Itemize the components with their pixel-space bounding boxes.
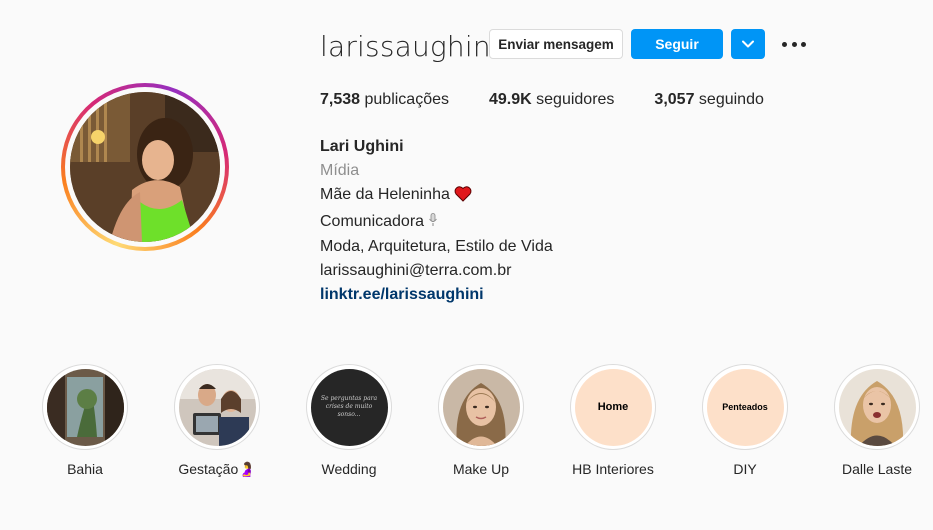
posts-count: 7,538 — [320, 91, 361, 108]
more-dot-icon — [782, 41, 787, 47]
highlight-ring — [834, 364, 920, 450]
profile-username: larissaughini — [320, 30, 499, 63]
bio-external-link[interactable]: linktr.ee/larissaughini — [320, 286, 484, 303]
highlight-cover: Penteados — [706, 368, 784, 446]
highlight-cover: Se perguntas para crises de muito sonso.… — [310, 368, 388, 446]
microphone-icon — [428, 211, 438, 235]
highlight-ring: Se perguntas para crises de muito sonso.… — [306, 364, 392, 450]
suggested-accounts-button[interactable] — [731, 29, 765, 59]
highlight-label: Make Up — [452, 461, 510, 477]
highlight-cover — [442, 368, 520, 446]
follow-button[interactable]: Seguir — [631, 29, 723, 59]
highlight-label: Wedding — [321, 461, 377, 477]
highlight-label: HB Interiores — [572, 461, 654, 477]
more-options-button[interactable] — [782, 36, 806, 52]
highlight-make-up[interactable]: Make Up — [426, 364, 536, 477]
highlight-ring — [438, 364, 524, 450]
profile-avatar-ring[interactable] — [61, 83, 229, 251]
profile-category: Mídia — [320, 162, 360, 179]
highlight-gestacao[interactable]: Gestação🤰 — [162, 364, 272, 478]
bio-line-text: Mãe da Heleninha — [320, 186, 450, 203]
highlight-cover — [838, 368, 916, 446]
posts-stat: 7,538 publicações — [320, 91, 449, 109]
send-message-button[interactable]: Enviar mensagem — [489, 29, 623, 59]
highlight-wedding[interactable]: Se perguntas para crises de muito sonso.… — [294, 364, 404, 477]
bio-line-text: Comunicadora — [320, 213, 425, 230]
chevron-down-icon — [742, 40, 754, 48]
followers-label: seguidores — [531, 91, 615, 108]
highlight-cover — [178, 368, 256, 446]
highlight-cover-text: Home — [597, 401, 629, 413]
highlight-cover-text: Penteados — [722, 402, 768, 412]
more-dot-icon — [801, 41, 806, 47]
highlight-cover-text: Se perguntas para crises de muito sonso.… — [320, 395, 378, 418]
highlight-label: Gestação🤰 — [178, 461, 256, 477]
more-dot-icon — [791, 41, 797, 47]
profile-stats: 7,538 publicações 49.9K seguidores 3,057… — [320, 91, 804, 109]
profile-avatar[interactable] — [70, 92, 220, 242]
following-label: seguindo — [694, 91, 764, 108]
highlight-dalle-laste[interactable]: Dalle Laste — [822, 364, 932, 477]
highlight-label: Dalle Laste — [841, 461, 913, 477]
highlight-hb-interiores[interactable]: Home HB Interiores — [558, 364, 668, 477]
highlight-label: Bahia — [67, 461, 103, 477]
highlight-diy[interactable]: Penteados DIY — [690, 364, 800, 477]
profile-full-name: Lari Ughini — [320, 138, 404, 155]
heart-icon — [454, 186, 472, 210]
following-count: 3,057 — [654, 91, 695, 108]
highlight-cover: Home — [574, 368, 652, 446]
posts-label: publicações — [360, 91, 449, 108]
highlight-ring: Home — [570, 364, 656, 450]
bio-email: larissaughini@terra.com.br — [320, 262, 512, 279]
highlight-label: DIY — [733, 461, 757, 477]
highlight-ring — [42, 364, 128, 450]
highlight-ring — [174, 364, 260, 450]
highlight-bahia[interactable]: Bahia — [30, 364, 140, 477]
bio-line-job: Comunicadora — [320, 210, 553, 235]
avatar-photo-illustration — [70, 92, 220, 242]
profile-bio: Lari Ughini Mídia Mãe da Heleninha Comun… — [320, 135, 553, 307]
following-stat[interactable]: 3,057 seguindo — [654, 91, 763, 109]
story-highlights: Bahia Gestação🤰 Se perguntas para crises… — [0, 364, 933, 484]
followers-count: 49.9K — [489, 91, 532, 108]
avatar-gap — [65, 87, 225, 247]
highlight-ring: Penteados — [702, 364, 788, 450]
highlight-cover — [46, 368, 124, 446]
followers-stat[interactable]: 49.9K seguidores — [489, 91, 614, 109]
bio-line-family: Mãe da Heleninha — [320, 183, 553, 210]
bio-line-topics: Moda, Arquitetura, Estilo de Vida — [320, 238, 553, 255]
